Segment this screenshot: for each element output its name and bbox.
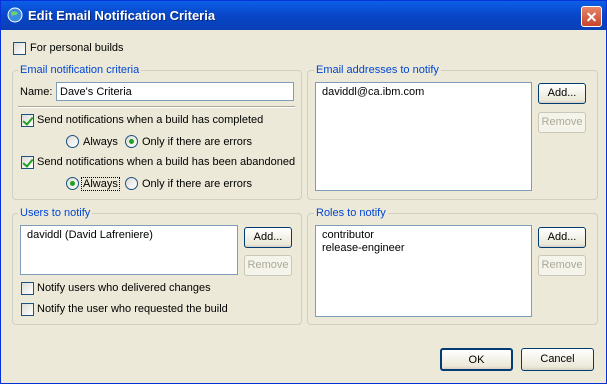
criteria-separator (18, 106, 295, 108)
cancel-button[interactable]: Cancel (521, 348, 594, 371)
roles-group-label: Roles to notify (314, 207, 388, 219)
personal-builds-label: For personal builds (30, 42, 124, 54)
completed-label: Send notifications when a build has comp… (37, 114, 264, 126)
abandoned-label: Send notifications when a build has been… (37, 156, 296, 168)
roles-remove-button[interactable]: Remove (538, 255, 586, 276)
title-bar[interactable]: Edit Email Notification Criteria (1, 1, 606, 30)
users-add-button[interactable]: Add... (244, 227, 292, 248)
abandoned-always-label: Always (81, 177, 120, 191)
ok-button[interactable]: OK (440, 348, 513, 371)
completed-errors-radio[interactable] (125, 135, 138, 148)
roles-add-button[interactable]: Add... (538, 227, 586, 248)
abandoned-errors-radio[interactable] (125, 177, 138, 190)
close-icon[interactable] (581, 6, 602, 27)
roles-list[interactable]: contributor release-engineer (315, 225, 532, 317)
name-label: Name: (20, 86, 53, 98)
dialog-window: Edit Email Notification Criteria For per… (0, 0, 607, 384)
requested-checkbox[interactable] (21, 303, 34, 316)
list-item[interactable]: contributor (322, 229, 374, 241)
list-item[interactable]: daviddl (David Lafreniere) (27, 229, 153, 241)
name-input[interactable] (56, 82, 294, 101)
users-group-label: Users to notify (18, 207, 93, 219)
abandoned-checkbox[interactable] (21, 156, 34, 169)
completed-checkbox[interactable] (21, 114, 34, 127)
completed-always-label: Always (83, 136, 118, 148)
abandoned-always-radio[interactable] (66, 177, 79, 190)
delivered-label: Notify users who delivered changes (37, 282, 211, 294)
criteria-group-label: Email notification criteria (18, 64, 142, 76)
requested-label: Notify the user who requested the build (37, 303, 228, 315)
users-list[interactable]: daviddl (David Lafreniere) (20, 225, 238, 275)
abandoned-errors-label: Only if there are errors (142, 178, 253, 190)
email-add-button[interactable]: Add... (538, 83, 586, 104)
list-item[interactable]: release-engineer (322, 242, 405, 254)
personal-builds-checkbox[interactable] (13, 42, 26, 55)
dialog-title: Edit Email Notification Criteria (28, 8, 216, 23)
completed-errors-label: Only if there are errors (142, 136, 253, 148)
completed-always-radio[interactable] (66, 135, 79, 148)
email-group-label: Email addresses to notify (314, 64, 441, 76)
list-item[interactable]: daviddl@ca.ibm.com (322, 86, 424, 98)
email-list[interactable]: daviddl@ca.ibm.com (315, 82, 532, 191)
delivered-checkbox[interactable] (21, 282, 34, 295)
email-remove-button[interactable]: Remove (538, 112, 586, 133)
users-remove-button[interactable]: Remove (244, 255, 292, 276)
globe-icon (7, 7, 23, 23)
